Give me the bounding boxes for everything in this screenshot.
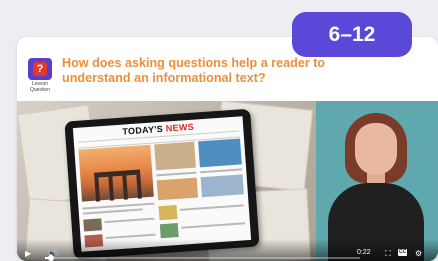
lesson-question-icon: ? Lesson Question: [26, 58, 54, 94]
captions-button[interactable]: CC: [398, 249, 408, 256]
question-mark-icon: ?: [33, 62, 47, 76]
tablet-image: TODAY'S NEWS: [64, 108, 260, 260]
newspaper-scene: TODAY'S NEWS: [17, 101, 316, 261]
video-player[interactable]: TODAY'S NEWS ▶ 🔊 0:22 ⛶ CC ⚙: [17, 101, 438, 261]
lesson-icon-label: Lesson Question: [29, 81, 50, 93]
presenter-face: [355, 123, 397, 175]
settings-icon[interactable]: ⚙: [415, 249, 422, 259]
tablet-screen: TODAY'S NEWS: [72, 116, 252, 252]
video-time: 0:22: [357, 249, 371, 256]
progress-knob[interactable]: [48, 255, 55, 261]
fullscreen-icon[interactable]: ⛶: [385, 249, 391, 259]
play-icon[interactable]: ▶: [25, 249, 31, 259]
presenter-video: [316, 101, 438, 261]
headline-photo: [78, 144, 154, 202]
grade-badge: 6–12: [292, 12, 412, 57]
video-controls: ▶ 🔊 0:22 ⛶ CC ⚙: [17, 239, 438, 261]
lesson-question: How does asking questions help a reader …: [62, 56, 326, 85]
video-progress-bar[interactable]: [45, 255, 360, 261]
lesson-card: ? Lesson Question How does asking questio…: [17, 37, 438, 261]
